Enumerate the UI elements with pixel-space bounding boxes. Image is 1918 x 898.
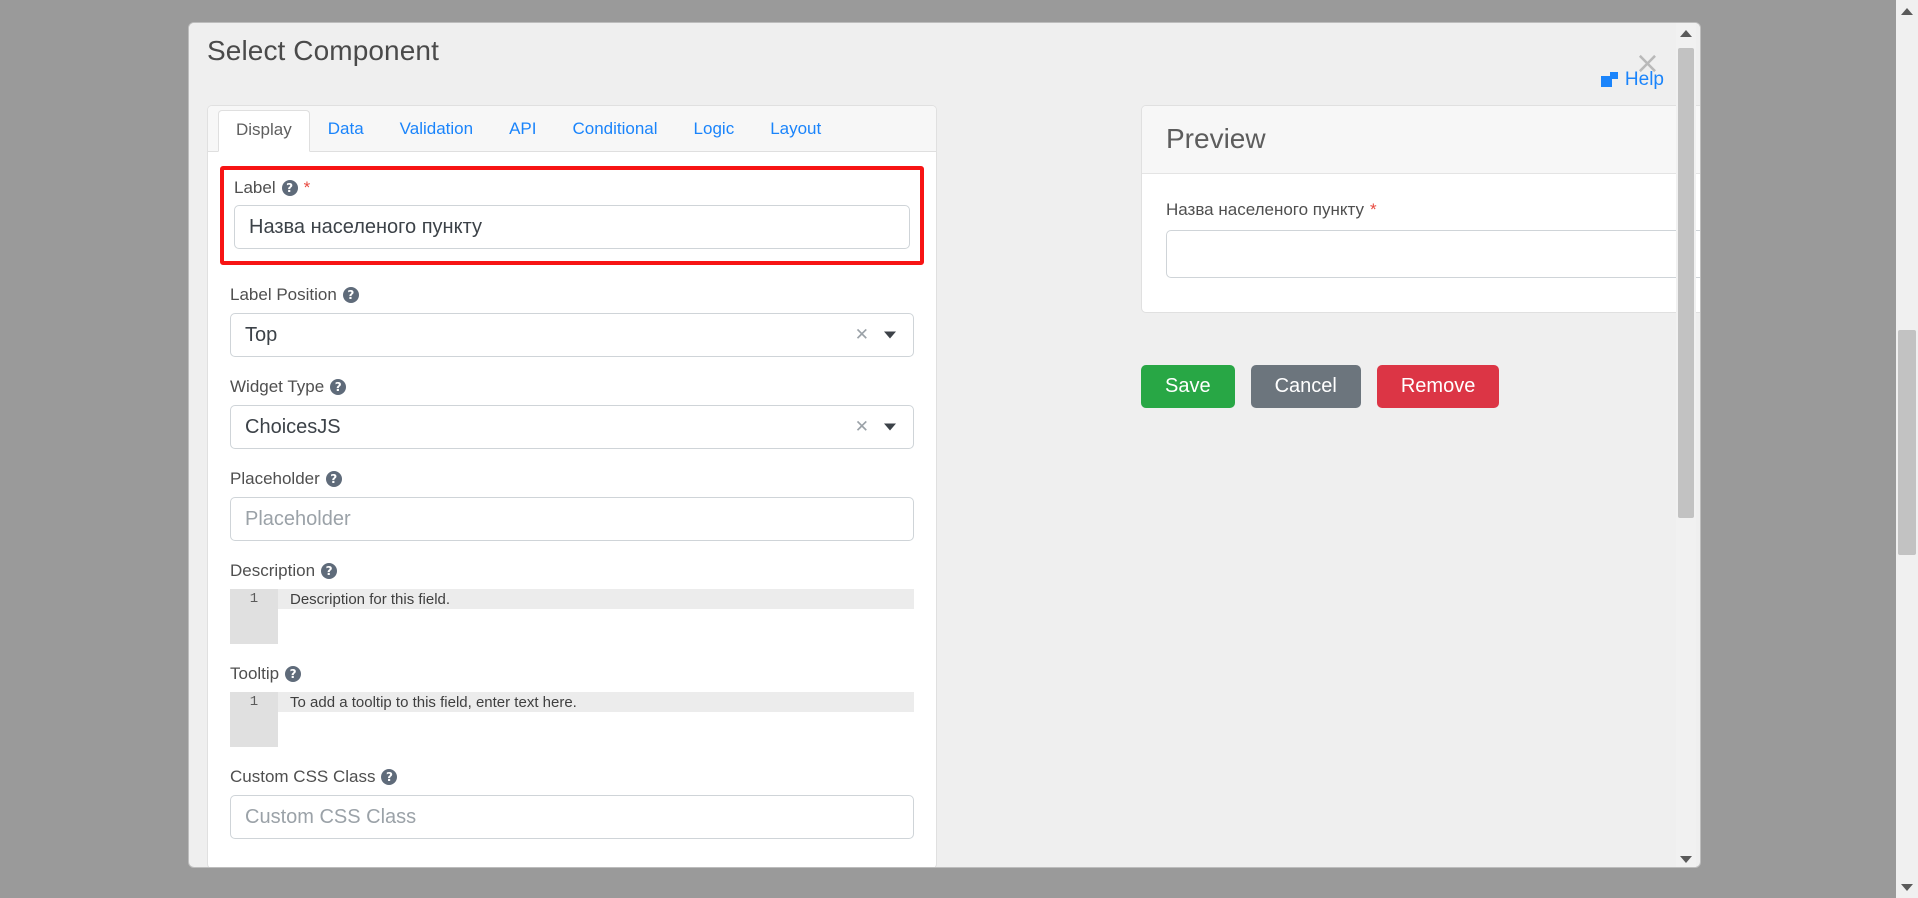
- clear-icon[interactable]: ✕: [855, 417, 869, 437]
- label-position-select[interactable]: Top ✕: [230, 313, 914, 357]
- code-editor-filler: [230, 712, 914, 747]
- code-area-filler: [278, 609, 914, 644]
- help-question-icon[interactable]: ?: [325, 471, 342, 487]
- tab-validation[interactable]: Validation: [382, 109, 491, 151]
- required-asterisk: *: [1370, 200, 1377, 219]
- component-settings-pane: Display Data Validation API Conditional Logic…: [207, 105, 937, 867]
- tab-display[interactable]: Display: [218, 110, 310, 152]
- custom-css-caption-row: Custom CSS Class ?: [230, 767, 914, 787]
- scroll-up-icon[interactable]: [1676, 23, 1696, 43]
- placeholder-caption-row: Placeholder ?: [230, 469, 914, 489]
- code-line-text: To add a tooltip to this field, enter te…: [290, 693, 577, 711]
- preview-body: Назва населеного пункту *: [1142, 174, 1700, 312]
- tab-logic[interactable]: Logic: [676, 109, 753, 151]
- label-field-group-highlighted: Label ? *: [220, 166, 924, 265]
- help-question-icon[interactable]: ?: [285, 666, 302, 682]
- modal-action-buttons: Save Cancel Remove: [1141, 365, 1500, 408]
- help-question-icon[interactable]: ?: [330, 379, 347, 395]
- custom-css-caption: Custom CSS Class: [230, 767, 376, 786]
- page-scrollbar-thumb[interactable]: [1898, 330, 1916, 555]
- settings-tabs: Display Data Validation API Conditional Logic…: [208, 106, 936, 152]
- code-line-text: Description for this field.: [290, 590, 451, 608]
- custom-css-class-input[interactable]: [230, 795, 914, 839]
- preview-field-label-row: Назва населеного пункту *: [1166, 200, 1700, 220]
- preview-title: Preview: [1166, 123, 1266, 154]
- placeholder-group: Placeholder ?: [230, 469, 914, 541]
- help-question-icon[interactable]: ?: [381, 769, 398, 785]
- label-position-value: Top: [245, 323, 278, 346]
- tab-layout[interactable]: Layout: [752, 109, 839, 151]
- widget-type-select[interactable]: ChoicesJS ✕: [230, 405, 914, 449]
- scroll-down-icon[interactable]: [1896, 876, 1918, 898]
- page-root: Search fie Комп >_Text FieldAText Area#N…: [0, 0, 1918, 898]
- label-position-group: Label Position ? Top ✕: [230, 285, 914, 357]
- preview-field-label: Назва населеного пункту: [1166, 200, 1365, 219]
- code-area-filler: [278, 712, 914, 747]
- modal-title: Select Component: [207, 35, 439, 66]
- tooltip-code-editor[interactable]: 1 To add a tooltip to this field, enter …: [230, 692, 914, 747]
- display-settings-fields: Label ? * Label Position ? Top: [208, 152, 936, 839]
- placeholder-input[interactable]: [230, 497, 914, 541]
- help-question-icon[interactable]: ?: [281, 180, 298, 196]
- scroll-down-icon[interactable]: [1676, 849, 1696, 867]
- preview-select-input[interactable]: [1166, 230, 1700, 278]
- line-number: 1: [230, 589, 278, 609]
- description-group: Description ? 1 Description for this fie…: [230, 561, 914, 644]
- placeholder-caption: Placeholder: [230, 469, 320, 488]
- code-line: 1 To add a tooltip to this field, enter …: [230, 692, 914, 712]
- page-scrollbar[interactable]: [1896, 0, 1918, 898]
- description-code-editor[interactable]: 1 Description for this field.: [230, 589, 914, 644]
- required-asterisk: *: [303, 178, 311, 197]
- help-question-icon[interactable]: ?: [321, 563, 338, 579]
- custom-css-class-group: Custom CSS Class ?: [230, 767, 914, 839]
- scroll-up-icon[interactable]: [1896, 0, 1918, 22]
- widget-type-caption-row: Widget Type ?: [230, 377, 914, 397]
- code-editor-filler: [230, 609, 914, 644]
- modal-body: Display Data Validation API Conditional Logic…: [189, 75, 1700, 867]
- modal-scrollbar[interactable]: [1676, 23, 1696, 867]
- clear-icon[interactable]: ✕: [855, 325, 869, 345]
- chevron-down-icon: [884, 331, 896, 339]
- preview-header: Preview: [1142, 106, 1700, 174]
- help-question-icon[interactable]: ?: [342, 287, 359, 303]
- label-field-caption: Label: [234, 178, 276, 197]
- widget-type-group: Widget Type ? ChoicesJS ✕: [230, 377, 914, 449]
- tab-conditional[interactable]: Conditional: [554, 109, 675, 151]
- tooltip-caption-row: Tooltip ?: [230, 664, 914, 684]
- gutter-filler: [230, 712, 278, 747]
- label-position-caption-row: Label Position ?: [230, 285, 914, 305]
- label-position-caption: Label Position: [230, 285, 337, 304]
- chevron-down-icon: [884, 423, 896, 431]
- tab-data[interactable]: Data: [310, 109, 382, 151]
- tooltip-group: Tooltip ? 1 To add a tooltip to this fie…: [230, 664, 914, 747]
- label-input[interactable]: [234, 205, 910, 249]
- save-button[interactable]: Save: [1141, 365, 1235, 408]
- widget-type-value: ChoicesJS: [245, 415, 341, 438]
- select-component-modal: Select Component × Help Display Data Valid…: [188, 22, 1701, 868]
- cancel-button[interactable]: Cancel: [1250, 365, 1361, 408]
- preview-pane: Preview Назва населеного пункту *: [1141, 105, 1700, 313]
- widget-type-caption: Widget Type: [230, 377, 325, 396]
- line-number: 1: [230, 692, 278, 712]
- description-caption: Description: [230, 561, 316, 580]
- tab-api[interactable]: API: [491, 109, 554, 151]
- gutter-filler: [230, 609, 278, 644]
- code-line: 1 Description for this field.: [230, 589, 914, 609]
- modal-header: Select Component × Help: [189, 23, 1700, 90]
- tooltip-caption: Tooltip: [230, 664, 280, 683]
- label-field-caption-row: Label ? *: [234, 178, 910, 198]
- remove-button[interactable]: Remove: [1376, 365, 1500, 408]
- modal-scrollbar-thumb[interactable]: [1678, 48, 1694, 518]
- description-caption-row: Description ?: [230, 561, 914, 581]
